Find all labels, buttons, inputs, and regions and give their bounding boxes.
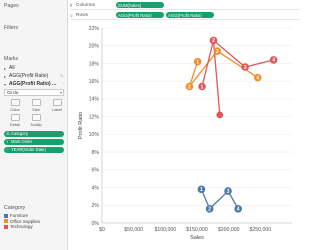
- chart-area[interactable]: 0% 2% 4% 6% 8% 10% 12% 14% 16% 18% 20% 22% $0 $50,000…: [70, 22, 300, 250]
- x-tick-label: $100,000: [155, 227, 177, 233]
- size-label: Size: [32, 107, 40, 112]
- pill-label: SUM(Sales): [118, 2, 142, 8]
- color-label: Color: [10, 107, 20, 112]
- detail-label: Detail: [9, 122, 21, 127]
- left-panel: Pages Filters Marks ▸ All ▸ AGG(Profit R…: [0, 0, 68, 250]
- y-tick-label: 2%: [92, 203, 100, 209]
- y-tick-label: 16%: [89, 79, 100, 85]
- pill-label: Category: [11, 131, 28, 137]
- label-label: Label: [52, 107, 62, 112]
- data-label: 2: [208, 207, 211, 213]
- y-tick-label: 12%: [89, 114, 100, 120]
- data-label: 4: [256, 75, 259, 81]
- pill-label: Mark Order: [11, 139, 33, 145]
- x-tick-label: $50,000: [124, 227, 143, 233]
- y-tick-label: 8%: [92, 150, 100, 156]
- legend-title: Category: [4, 205, 26, 211]
- data-label: 3: [244, 65, 247, 71]
- tooltip-icon: [31, 114, 41, 121]
- y-tick-label: 22%: [89, 26, 100, 32]
- y-tick-label: 14%: [89, 97, 100, 103]
- circle-mark-icon: ◦: [62, 81, 64, 87]
- rows-label-text: Rows: [76, 12, 88, 18]
- profit-ratio-pill-2[interactable]: AGG(Profit Ratio): [166, 11, 214, 19]
- marks-row-profit-2[interactable]: ▾ AGG(Profit Ratio) ... ◦: [1, 80, 67, 88]
- x-tick-label: $200,000: [218, 227, 240, 233]
- marks-row-label: AGG(Profit Ratio): [9, 73, 49, 79]
- y-tick-label: 20%: [89, 44, 100, 50]
- marks-title: Marks: [4, 56, 19, 62]
- data-label: 4: [237, 207, 240, 213]
- size-icon: [31, 99, 41, 106]
- x-tick-label: $150,000: [186, 227, 208, 233]
- x-tick-label: $250,000: [250, 227, 272, 233]
- year-pill[interactable]: ⁘ YEAR(Order Date): [4, 146, 64, 153]
- pill-label: AGG(Profit Ratio): [118, 12, 152, 18]
- data-label: 1: [196, 59, 199, 65]
- marks-row-profit-1[interactable]: ▸ AGG(Profit Ratio) ∿: [1, 72, 67, 80]
- legend-item-technology[interactable]: Technology: [1, 224, 67, 230]
- chevron-down-icon: ▾: [59, 90, 62, 95]
- y-tick-label: 10%: [89, 132, 100, 138]
- pages-card: Pages: [1, 1, 67, 21]
- data-point: [216, 111, 224, 119]
- pill-label: YEAR(Order Date): [11, 147, 46, 153]
- filters-card[interactable]: Filters: [1, 23, 67, 51]
- filters-title: Filters: [4, 25, 19, 31]
- label-button[interactable]: Label: [48, 99, 66, 112]
- data-label: 2: [188, 84, 191, 90]
- y-axis-title: Profit Ratio: [78, 112, 84, 139]
- chart-svg: 0% 2% 4% 6% 8% 10% 12% 14% 16% 18% 20% 22% $0 $50,000…: [78, 26, 292, 241]
- x-axis-title: Sales: [190, 235, 204, 241]
- series-line: [200, 189, 239, 210]
- rows-shelf-label: ≡ Rows: [70, 13, 116, 18]
- data-label: 3: [216, 49, 219, 55]
- columns-shelf-label: ⦀ Columns: [70, 3, 116, 8]
- pages-title: Pages: [4, 3, 19, 9]
- marks-row-label: AGG(Profit Ratio) ...: [9, 81, 57, 87]
- color-button[interactable]: Color: [6, 99, 24, 112]
- data-label: 4: [272, 58, 275, 64]
- marks-card: Marks ▸ All ▸ AGG(Profit Ratio) ∿ ▾ AGG(…: [1, 54, 67, 200]
- tooltip-button[interactable]: Tooltip: [27, 114, 45, 127]
- marks-row-label: All: [9, 65, 15, 71]
- mark-buttons: Color Size Label Detail Tooltip: [1, 97, 67, 129]
- color-icon: [10, 99, 20, 106]
- columns-label-text: Columns: [76, 2, 95, 8]
- mark-type-value: Circle: [7, 90, 19, 95]
- category-pill[interactable]: ⁂ Category: [4, 130, 64, 137]
- marks-row-all[interactable]: ▸ All: [1, 64, 67, 72]
- data-label: 2: [212, 38, 215, 44]
- detail-button[interactable]: Detail: [6, 114, 24, 127]
- profit-ratio-pill-1[interactable]: AGG(Profit Ratio): [116, 11, 164, 19]
- legend-label: Office Supplies: [10, 218, 41, 224]
- legend-card: Category Furniture Office Supplies Techn…: [1, 203, 67, 249]
- legend-label: Furniture: [10, 213, 29, 219]
- mark-order-pill[interactable]: T Mark Order: [4, 138, 64, 145]
- y-tick-label: 6%: [92, 168, 100, 174]
- detail-icon: [10, 114, 20, 121]
- legend-label: Technology: [10, 224, 33, 230]
- pill-label: AGG(Profit Ratio): [168, 12, 202, 18]
- legend-swatch: [4, 224, 8, 229]
- sum-sales-pill[interactable]: SUM(Sales): [116, 1, 164, 9]
- data-label: 1: [201, 84, 204, 90]
- data-label: 1: [200, 187, 203, 193]
- legend-swatch: [4, 219, 8, 224]
- mark-type-select[interactable]: Circle ▾: [4, 89, 64, 96]
- y-tick-label: 0%: [92, 221, 100, 227]
- tooltip-label: Tooltip: [30, 122, 42, 127]
- columns-shelf[interactable]: ⦀ Columns SUM(Sales): [70, 1, 300, 10]
- x-tick-label: $0: [99, 227, 105, 233]
- label-icon: [52, 99, 62, 106]
- y-tick-label: 4%: [92, 185, 100, 191]
- rows-shelf[interactable]: ≡ Rows AGG(Profit Ratio) AGG(Profit Rati…: [70, 11, 300, 20]
- y-tick-label: 18%: [89, 61, 100, 67]
- data-label: 3: [227, 189, 230, 195]
- size-button[interactable]: Size: [27, 99, 45, 112]
- legend-swatch: [4, 213, 8, 218]
- line-mark-icon: ∿: [59, 73, 64, 79]
